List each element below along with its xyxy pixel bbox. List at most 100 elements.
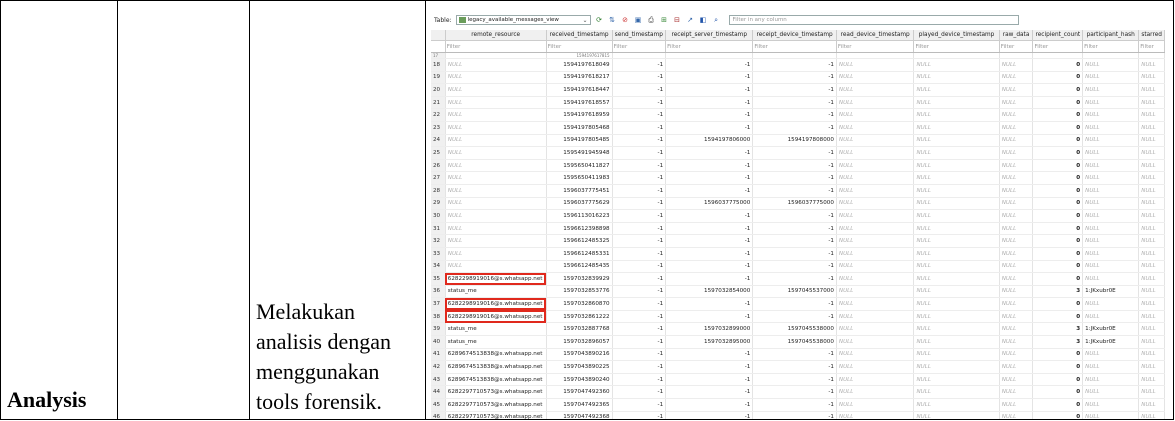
cell-play[interactable]: NULL	[913, 411, 1000, 419]
row-number-header[interactable]	[431, 30, 446, 41]
cell-hash[interactable]: NULL	[1082, 96, 1140, 110]
cell-recv[interactable]: 1594197618217	[546, 71, 613, 85]
cell-play[interactable]: NULL	[913, 96, 1000, 110]
cell-send[interactable]: -1	[612, 222, 667, 236]
cell-hash[interactable]: 1:JKxubr0E	[1082, 322, 1140, 337]
cell-cnt[interactable]: 0	[1032, 171, 1084, 185]
cell-cnt[interactable]: 0	[1032, 58, 1084, 72]
cell-rsrv[interactable]: -1	[665, 83, 754, 97]
cell-read[interactable]: NULL	[836, 197, 915, 211]
cell-rsrv[interactable]: -1	[665, 146, 754, 160]
cell-star[interactable]: NULL	[1138, 209, 1165, 223]
cell-cnt[interactable]: 0	[1032, 234, 1084, 248]
cell-rsrv[interactable]: -1	[665, 121, 754, 135]
cell-star[interactable]: NULL	[1138, 285, 1165, 299]
cell-star[interactable]: NULL	[1138, 411, 1165, 419]
cell-rsrv[interactable]: -1	[665, 373, 754, 387]
cell-hash[interactable]: NULL	[1082, 247, 1140, 261]
cell-raw[interactable]: NULL	[999, 285, 1034, 299]
cell-star[interactable]: NULL	[1138, 310, 1165, 324]
table-row[interactable]: 31 NULL 1596612398898 -1 -1 -1 NULL NULL NULL 0 NU…	[431, 222, 1165, 236]
cell-star[interactable]: NULL	[1138, 171, 1165, 185]
table-row[interactable]: 38 6282298919016@s.whatsapp.net 1597032861…	[431, 310, 1165, 324]
cell-hash[interactable]: NULL	[1082, 209, 1140, 223]
cell-send[interactable]: -1	[612, 335, 667, 349]
cell-raw[interactable]: NULL	[999, 222, 1034, 236]
cell-res[interactable]: NULL	[445, 260, 547, 274]
cell-play[interactable]: NULL	[913, 159, 1000, 173]
cell-star[interactable]: NULL	[1138, 222, 1165, 236]
cell-cnt[interactable]: 0	[1032, 96, 1084, 110]
table-row[interactable]: 39 status_me 1597032887768 -1 1597032899000 1…	[431, 322, 1165, 337]
cell-raw[interactable]: NULL	[999, 197, 1034, 211]
cell-read[interactable]: NULL	[836, 335, 915, 349]
cell-hash[interactable]: NULL	[1082, 411, 1140, 419]
cell-read[interactable]: NULL	[836, 247, 915, 261]
cell-cnt[interactable]: 0	[1032, 348, 1084, 362]
save-icon[interactable]: ▣	[634, 16, 643, 25]
cell-rsrv[interactable]: -1	[665, 260, 754, 274]
delete-row-icon[interactable]: ⊟	[673, 16, 682, 25]
cell-play[interactable]: NULL	[913, 348, 1000, 362]
cell-res[interactable]: NULL	[445, 108, 547, 122]
cell-hash[interactable]: NULL	[1082, 134, 1140, 148]
cell-read[interactable]: NULL	[836, 398, 915, 412]
cell-rdev[interactable]: -1	[752, 108, 837, 122]
cell-rdev[interactable]: 1597045538000	[752, 322, 837, 337]
cell-rdev[interactable]: 1596037775000	[752, 197, 837, 211]
cell-read[interactable]: NULL	[836, 121, 915, 135]
cell-hash[interactable]: NULL	[1082, 260, 1140, 274]
cell-play[interactable]: NULL	[913, 134, 1000, 148]
cell-rdev[interactable]: -1	[752, 385, 837, 400]
cell-raw[interactable]: NULL	[999, 272, 1034, 286]
cell-play[interactable]: NULL	[913, 222, 1000, 236]
cell-res[interactable]: NULL	[445, 197, 547, 211]
cell-raw[interactable]: NULL	[999, 335, 1034, 349]
cell-read[interactable]: NULL	[836, 184, 915, 198]
cell-hash[interactable]: NULL	[1082, 121, 1140, 135]
cell-read[interactable]: NULL	[836, 159, 915, 173]
table-row[interactable]: 19 NULL 1594197618217 -1 -1 -1 NULL NULL NULL 0 NU…	[431, 71, 1165, 85]
cell-cnt[interactable]: 0	[1032, 310, 1084, 324]
cell-read[interactable]: NULL	[836, 134, 915, 148]
cell-cnt[interactable]: 0	[1032, 297, 1084, 311]
cell-send[interactable]: -1	[612, 247, 667, 261]
cell-raw[interactable]: NULL	[999, 146, 1034, 160]
cell-star[interactable]: NULL	[1138, 234, 1165, 248]
cell-hash[interactable]: NULL	[1082, 348, 1140, 362]
cell-rdev[interactable]: -1	[752, 310, 837, 324]
cell-raw[interactable]: NULL	[999, 297, 1034, 311]
table-row[interactable]: 30 NULL 1596113016223 -1 -1 -1 NULL NULL NULL 0 NU…	[431, 209, 1165, 223]
cell-res[interactable]: 6282297710573@s.whatsapp.net	[445, 385, 547, 400]
cell-play[interactable]: NULL	[913, 121, 1000, 135]
cell-send[interactable]: -1	[612, 373, 667, 387]
table-row[interactable]: 44 6282297710573@s.whatsapp.net 1597047492…	[431, 385, 1165, 400]
cell-rsrv[interactable]: 1596037775000	[665, 197, 754, 211]
cell-read[interactable]: NULL	[836, 146, 915, 160]
column-header-send-timestamp[interactable]: send_timestamp	[612, 30, 667, 41]
cell-res-highlighted[interactable]: 6282298919016@s.whatsapp.net	[445, 272, 547, 286]
cell-play[interactable]: NULL	[913, 360, 1000, 374]
cell-star[interactable]: NULL	[1138, 159, 1165, 173]
cell-res[interactable]: NULL	[445, 234, 547, 248]
cell-recv[interactable]: 1596113016223	[546, 209, 613, 223]
cell-rsrv[interactable]: -1	[665, 71, 754, 85]
table-row[interactable]: 46 6282297710573@s.whatsapp.net 1597047492…	[431, 411, 1165, 419]
cell-read[interactable]: NULL	[836, 209, 915, 223]
cell-res[interactable]: NULL	[445, 159, 547, 173]
table-select[interactable]: legacy_available_messages_view ⌄	[455, 15, 591, 25]
cell-read[interactable]: NULL	[836, 171, 915, 185]
cell-send[interactable]: -1	[612, 197, 667, 211]
cell-rsrv[interactable]: -1	[665, 385, 754, 400]
cell-send[interactable]: -1	[612, 285, 667, 299]
cell-rdev[interactable]: -1	[752, 234, 837, 248]
filter-clear-icon[interactable]: ⊘	[621, 16, 630, 25]
cell-read[interactable]: NULL	[836, 234, 915, 248]
cell-play[interactable]: NULL	[913, 234, 1000, 248]
cell-raw[interactable]: NULL	[999, 184, 1034, 198]
cell-play[interactable]: NULL	[913, 171, 1000, 185]
cell-res[interactable]: NULL	[445, 58, 547, 72]
column-header-read-device-timestamp[interactable]: read_device_timestamp	[836, 30, 915, 41]
cell-send[interactable]: -1	[612, 348, 667, 362]
cell-cnt[interactable]: 0	[1032, 146, 1084, 160]
